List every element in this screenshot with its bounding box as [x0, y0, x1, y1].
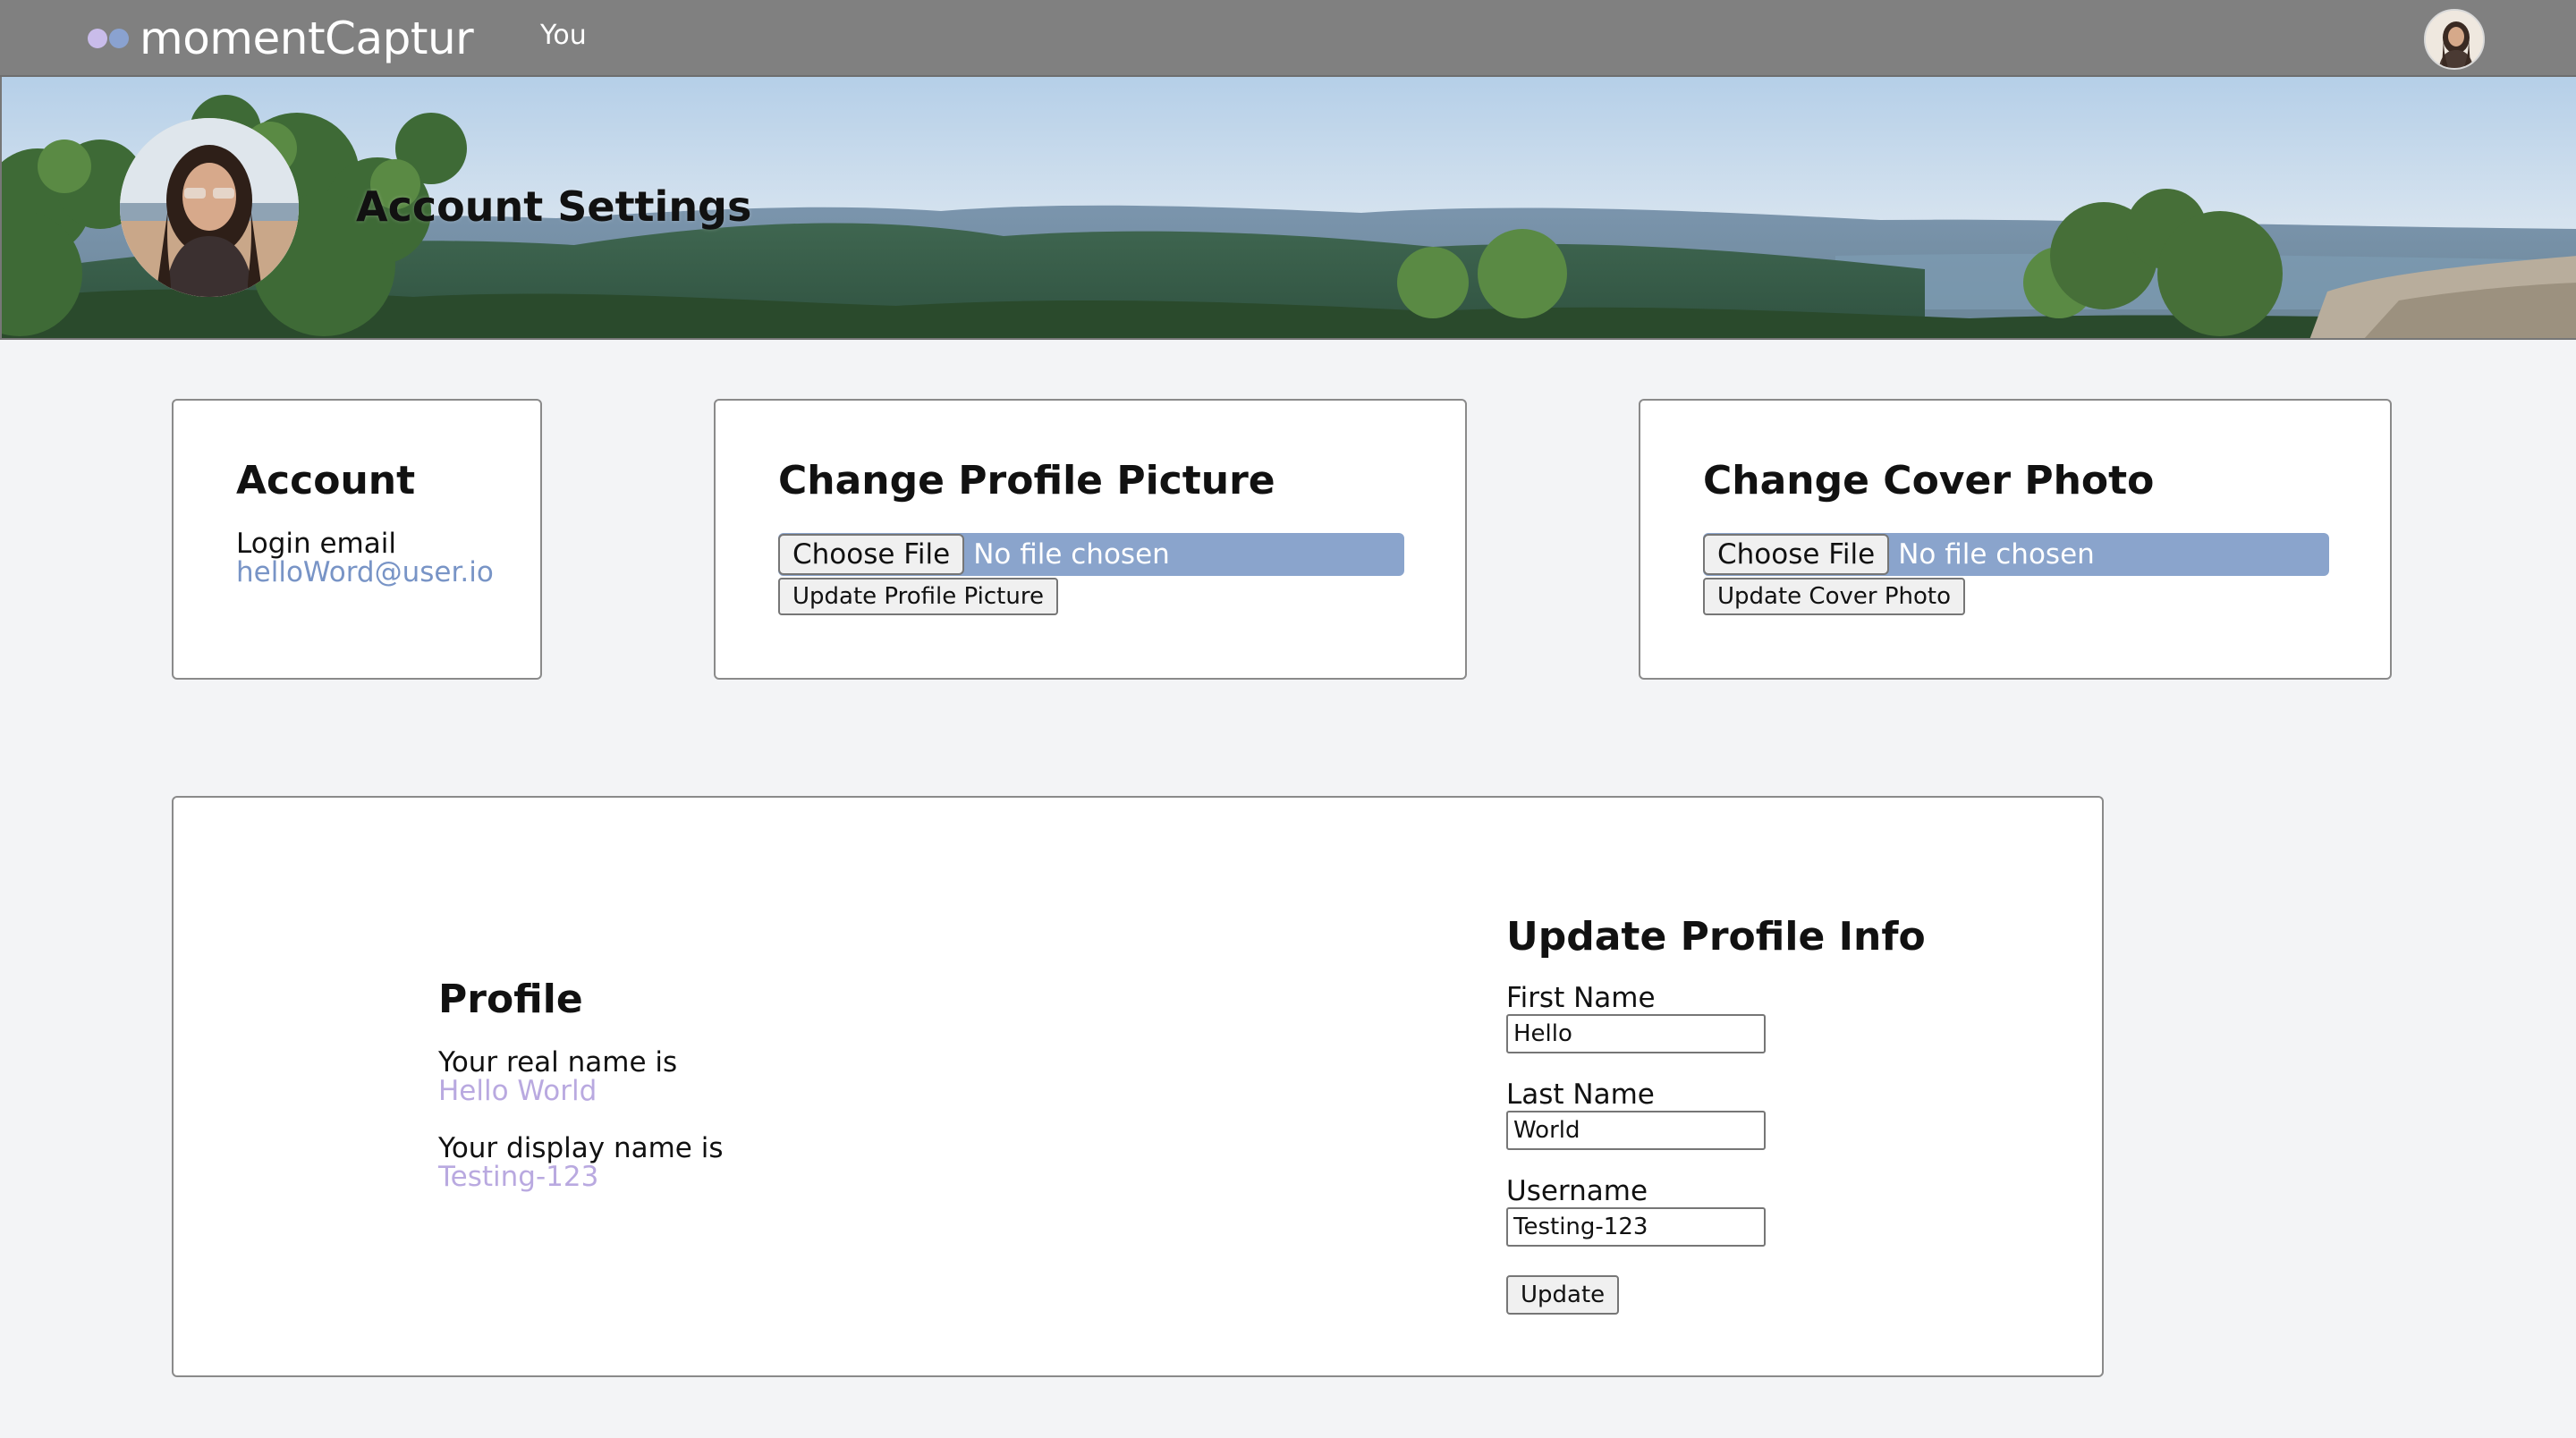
user-avatar-icon[interactable] [2424, 9, 2485, 70]
account-card: Account Login email helloWord@user.io [172, 399, 542, 680]
top-navbar: momentCaptur You [0, 0, 2576, 77]
page-title: Account Settings [356, 182, 752, 231]
brand-name: momentCaptur [140, 13, 474, 64]
update-cover-photo-button[interactable]: Update Cover Photo [1703, 578, 1965, 615]
last-name-label: Last Name [1506, 1078, 1655, 1111]
profile-card: Profile Your real name is Hello World Yo… [172, 796, 2104, 1377]
first-name-input[interactable] [1506, 1014, 1766, 1053]
brand-dots-icon [88, 29, 131, 48]
real-name-value: Hello World [438, 1075, 597, 1107]
profile-picture-file-status: No file chosen [973, 538, 1170, 571]
profile-title: Profile [438, 977, 583, 1022]
cover-photo-banner: Account Settings [0, 77, 2576, 340]
update-profile-info-title: Update Profile Info [1506, 914, 1926, 960]
login-email-label: Login email [236, 528, 396, 560]
change-cover-photo-card: Change Cover Photo Choose File No file c… [1639, 399, 2392, 680]
last-name-input[interactable] [1506, 1111, 1766, 1150]
avatar-portrait-icon [2426, 11, 2483, 68]
cover-photo-file-status: No file chosen [1898, 538, 2095, 571]
first-name-label: First Name [1506, 982, 1656, 1014]
cover-photo-card-title: Change Cover Photo [1703, 458, 2155, 503]
profile-avatar-icon[interactable] [120, 118, 299, 297]
cover-photo-file-input[interactable]: Choose File No file chosen [1703, 533, 2329, 576]
update-profile-button[interactable]: Update [1506, 1275, 1620, 1315]
cover-photo-choose-file-button[interactable]: Choose File [1703, 534, 1890, 575]
update-profile-picture-button[interactable]: Update Profile Picture [778, 578, 1058, 615]
profile-picture-choose-file-button[interactable]: Choose File [778, 534, 965, 575]
username-input[interactable] [1506, 1207, 1766, 1247]
real-name-label: Your real name is [438, 1046, 678, 1078]
profile-picture-card-title: Change Profile Picture [778, 458, 1275, 503]
nav-link-you[interactable]: You [540, 20, 587, 51]
brand-logo[interactable]: momentCaptur [88, 11, 474, 66]
profile-portrait-icon [120, 118, 299, 297]
display-name-value: Testing-123 [438, 1161, 599, 1193]
account-card-title: Account [236, 458, 416, 503]
login-email-value: helloWord@user.io [236, 556, 494, 588]
username-label: Username [1506, 1175, 1648, 1207]
change-profile-picture-card: Change Profile Picture Choose File No fi… [714, 399, 1467, 680]
profile-picture-file-input[interactable]: Choose File No file chosen [778, 533, 1404, 576]
display-name-label: Your display name is [438, 1132, 724, 1164]
brand-dot-blue [109, 29, 129, 48]
brand-dot-lavender [88, 29, 107, 48]
